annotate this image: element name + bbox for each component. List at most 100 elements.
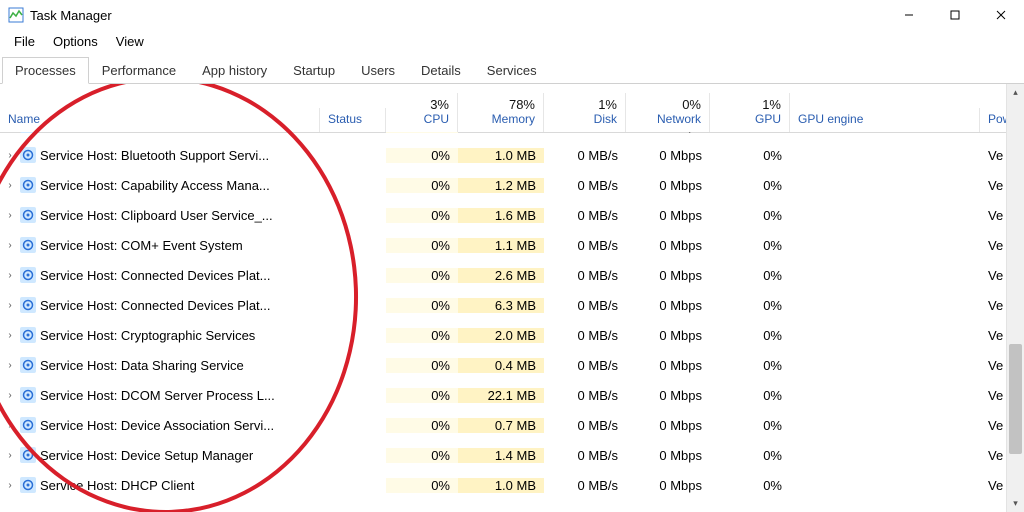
col-name[interactable]: Name bbox=[0, 108, 320, 132]
close-button[interactable] bbox=[978, 0, 1024, 30]
window-title: Task Manager bbox=[30, 8, 112, 23]
table-row[interactable]: › Service Host: Capability Access Mana...… bbox=[0, 170, 1024, 200]
cell-network: 0 Mbps bbox=[626, 478, 710, 493]
gear-icon bbox=[20, 267, 36, 283]
cell-network: 0 Mbps bbox=[626, 328, 710, 343]
vertical-scrollbar[interactable]: ▴ ▾ bbox=[1006, 84, 1024, 512]
chevron-right-icon[interactable]: › bbox=[4, 240, 16, 251]
cell-gpu: 0% bbox=[710, 148, 790, 163]
chevron-right-icon[interactable]: › bbox=[4, 270, 16, 281]
process-name: Service Host: Clipboard User Service_... bbox=[40, 208, 273, 223]
cell-gpu: 0% bbox=[710, 478, 790, 493]
cell-memory: 1.0 MB bbox=[458, 148, 544, 163]
tab-processes[interactable]: Processes bbox=[2, 57, 89, 84]
chevron-right-icon[interactable]: › bbox=[4, 330, 16, 341]
table-row[interactable]: › Service Host: Device Association Servi.… bbox=[0, 410, 1024, 440]
chevron-right-icon[interactable]: › bbox=[4, 360, 16, 371]
gear-icon bbox=[20, 177, 36, 193]
gear-icon bbox=[20, 132, 36, 133]
cell-memory: 1.0 MB bbox=[458, 478, 544, 493]
cell-memory: 22.1 MB bbox=[458, 388, 544, 403]
col-disk[interactable]: 1%Disk bbox=[544, 93, 626, 132]
maximize-button[interactable] bbox=[932, 0, 978, 30]
cell-network: 0 Mbps bbox=[626, 208, 710, 223]
minimize-button[interactable] bbox=[886, 0, 932, 30]
cell-cpu: 0% bbox=[386, 478, 458, 493]
cell-cpu: 0% bbox=[386, 178, 458, 193]
gear-icon bbox=[20, 417, 36, 433]
table-row[interactable]: ›Service Host: Connected Devices Plat...… bbox=[0, 260, 1024, 290]
table-row[interactable]: ›Service Host: Cryptographic Services0%2… bbox=[0, 320, 1024, 350]
menu-file[interactable]: File bbox=[8, 32, 41, 51]
scroll-up-arrow[interactable]: ▴ bbox=[1007, 84, 1024, 101]
cell-network: 0 Mbps bbox=[626, 132, 710, 133]
cell-memory: 2.6 MB bbox=[458, 268, 544, 283]
cell-cpu: 0% bbox=[386, 448, 458, 463]
table-row[interactable]: ›Service Host: DCOM Server Process L...0… bbox=[0, 380, 1024, 410]
col-memory[interactable]: 78%Memory bbox=[458, 93, 544, 132]
tab-app-history[interactable]: App history bbox=[189, 57, 280, 84]
cell-cpu: 0% bbox=[386, 358, 458, 373]
gear-icon bbox=[20, 147, 36, 163]
menu-view[interactable]: View bbox=[110, 32, 150, 51]
table-row[interactable]: ›Service Host: Device Setup Manager0%1.4… bbox=[0, 440, 1024, 470]
chevron-right-icon[interactable]: › bbox=[4, 180, 16, 191]
cell-gpu: 0% bbox=[710, 358, 790, 373]
cell-gpu: 0% bbox=[710, 178, 790, 193]
chevron-right-icon[interactable]: › bbox=[4, 150, 16, 161]
cell-memory: 6.3 MB bbox=[458, 298, 544, 313]
chevron-right-icon[interactable]: › bbox=[4, 480, 16, 491]
col-status[interactable]: Status bbox=[320, 108, 386, 132]
col-gpu[interactable]: 1%GPU bbox=[710, 93, 790, 132]
tab-users[interactable]: Users bbox=[348, 57, 408, 84]
cell-gpu: 0% bbox=[710, 418, 790, 433]
cell-network: 0 Mbps bbox=[626, 298, 710, 313]
col-network[interactable]: 0%Network bbox=[626, 93, 710, 132]
table-row[interactable]: ›Service Host: COM+ Event System0%1.1 MB… bbox=[0, 230, 1024, 260]
menu-options[interactable]: Options bbox=[47, 32, 104, 51]
cell-cpu: 0% bbox=[386, 328, 458, 343]
chevron-right-icon[interactable]: › bbox=[4, 450, 16, 461]
chevron-right-icon[interactable]: › bbox=[4, 210, 16, 221]
tab-details[interactable]: Details bbox=[408, 57, 474, 84]
cell-network: 0 Mbps bbox=[626, 358, 710, 373]
table-row[interactable]: ›Service Host: Connected Devices Plat...… bbox=[0, 290, 1024, 320]
process-name: Service Host: DHCP Client bbox=[40, 478, 194, 493]
tab-services[interactable]: Services bbox=[474, 57, 550, 84]
process-name: Service Host: Capability Access Mana... bbox=[40, 178, 270, 193]
cell-memory: 0.4 MB bbox=[458, 358, 544, 373]
cell-disk: 0 MB/s bbox=[544, 148, 626, 163]
cell-gpu: 0% bbox=[710, 448, 790, 463]
table-row[interactable]: › Service Host: Bluetooth Support Servi..… bbox=[0, 140, 1024, 170]
scroll-thumb[interactable] bbox=[1009, 344, 1022, 454]
table-row[interactable]: 0%0 MB/s0 Mbps0%Ve bbox=[0, 132, 1024, 140]
table-row[interactable]: ›Service Host: DHCP Client0%1.0 MB0 MB/s… bbox=[0, 470, 1024, 500]
chevron-right-icon[interactable]: › bbox=[4, 300, 16, 311]
tabstrip: ProcessesPerformanceApp historyStartupUs… bbox=[0, 56, 1024, 84]
chevron-right-icon[interactable]: › bbox=[4, 420, 16, 431]
col-cpu[interactable]: 3%CPU bbox=[386, 93, 458, 132]
gear-icon bbox=[20, 477, 36, 493]
process-name: Service Host: Bluetooth Support Servi... bbox=[40, 148, 269, 163]
menubar: File Options View bbox=[0, 30, 1024, 56]
titlebar[interactable]: Task Manager bbox=[0, 0, 1024, 30]
col-gpu-engine[interactable]: GPU engine bbox=[790, 108, 980, 132]
cell-memory: 1.6 MB bbox=[458, 208, 544, 223]
cell-gpu: 0% bbox=[710, 208, 790, 223]
process-name: Service Host: Data Sharing Service bbox=[40, 358, 244, 373]
cell-memory: 1.4 MB bbox=[458, 448, 544, 463]
cell-disk: 0 MB/s bbox=[544, 132, 626, 133]
cell-disk: 0 MB/s bbox=[544, 358, 626, 373]
tab-startup[interactable]: Startup bbox=[280, 57, 348, 84]
process-name: Service Host: Device Association Servi..… bbox=[40, 418, 274, 433]
chevron-right-icon[interactable]: › bbox=[4, 390, 16, 401]
cell-memory: 2.0 MB bbox=[458, 328, 544, 343]
table-row[interactable]: ›Service Host: Data Sharing Service0%0.4… bbox=[0, 350, 1024, 380]
cell-disk: 0 MB/s bbox=[544, 298, 626, 313]
cell-network: 0 Mbps bbox=[626, 448, 710, 463]
table-row[interactable]: › Service Host: Clipboard User Service_..… bbox=[0, 200, 1024, 230]
column-headers[interactable]: Name Status 3%CPU 78%Memory 1%Disk 0%Net… bbox=[0, 84, 1024, 133]
tab-performance[interactable]: Performance bbox=[89, 57, 189, 84]
scroll-down-arrow[interactable]: ▾ bbox=[1007, 495, 1024, 512]
cell-disk: 0 MB/s bbox=[544, 208, 626, 223]
